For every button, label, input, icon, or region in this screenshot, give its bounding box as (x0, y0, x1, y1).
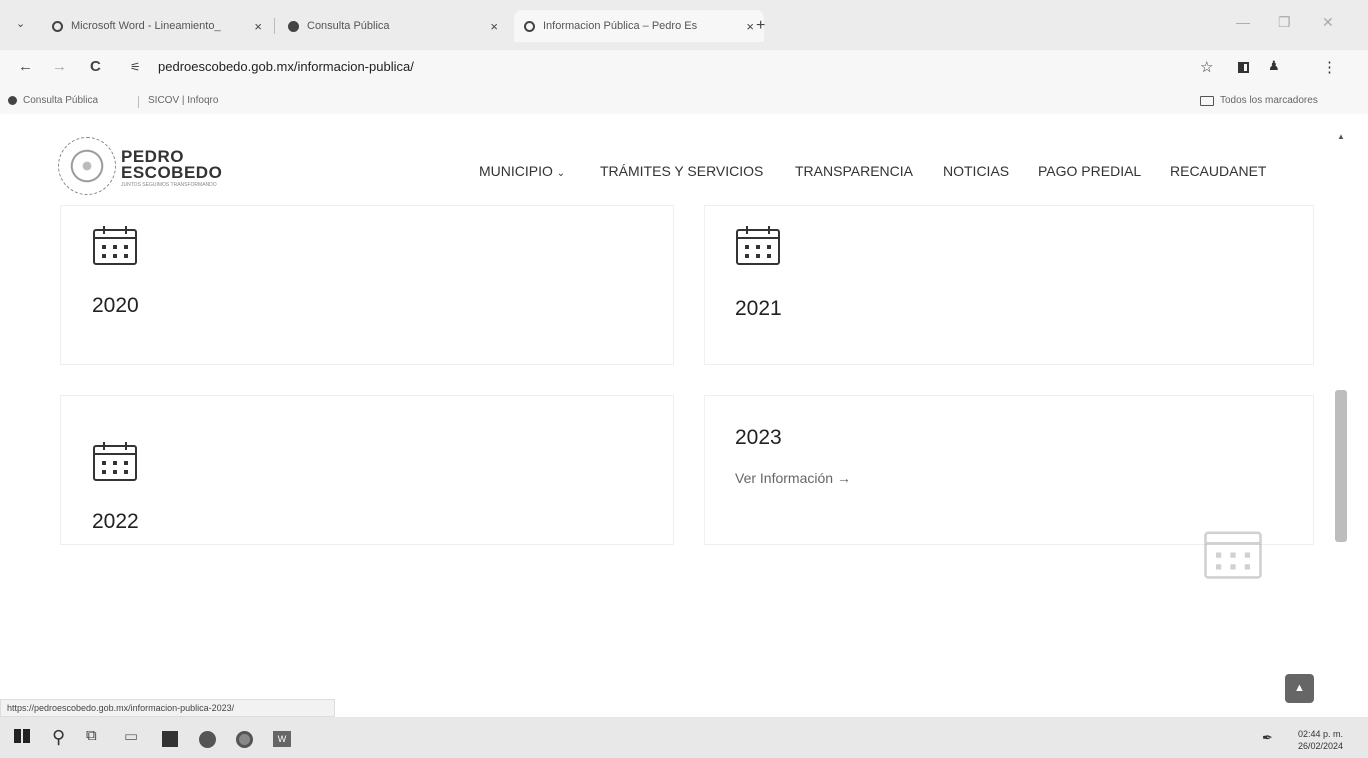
card-2021[interactable] (704, 205, 1314, 365)
calendar-icon (736, 226, 780, 265)
globe-icon (524, 20, 535, 32)
sticky-notes-icon[interactable] (162, 731, 178, 747)
bookmark-consulta[interactable]: Consulta Pública (8, 95, 98, 106)
nav-pago-predial[interactable]: PAGO PREDIAL (1038, 163, 1141, 179)
clock-date: 26/02/2024 (1298, 741, 1344, 751)
tab-divider (274, 18, 275, 34)
nav-label: MUNICIPIO (479, 163, 553, 179)
tab-search-icon[interactable]: ⌄ (16, 17, 25, 30)
info-icon (8, 96, 17, 105)
forward-icon[interactable]: → (52, 58, 67, 75)
nav-noticias[interactable]: NOTICIAS (943, 163, 1009, 179)
folder-icon (1200, 95, 1214, 106)
close-icon[interactable]: × (746, 19, 754, 34)
bookmark-label: Consulta Pública (23, 95, 99, 106)
new-tab-button[interactable]: + (756, 17, 765, 35)
calendar-icon (93, 226, 137, 265)
address-bar[interactable]: pedroescobedo.gob.mx/informacion-publica… (158, 59, 414, 74)
bookmark-label: SICOV | Infoqro (148, 95, 219, 106)
calendar-icon (1204, 531, 1262, 579)
side-panel-icon[interactable] (1238, 62, 1249, 73)
logo-text[interactable]: ESCOBEDO (121, 164, 222, 181)
chrome-icon[interactable] (236, 731, 253, 748)
menu-icon[interactable]: ⋮ (1322, 58, 1337, 76)
edge-icon[interactable] (199, 731, 216, 748)
word-icon[interactable]: W (273, 731, 291, 747)
card-2020[interactable] (60, 205, 674, 365)
reload-icon[interactable]: C (90, 58, 101, 75)
logo-tagline: JUNTOS SEGUIMOS TRANSFORMANDO (121, 182, 217, 188)
back-icon[interactable]: ← (18, 58, 33, 75)
logo-emblem[interactable] (58, 137, 116, 195)
year-label: 2022 (92, 510, 139, 533)
profile-icon[interactable]: ♟ (1268, 58, 1280, 74)
info-icon (288, 20, 299, 32)
close-window-icon[interactable]: ✕ (1322, 14, 1334, 31)
all-bookmarks[interactable]: Todos los marcadores (1200, 95, 1318, 106)
task-view-icon[interactable]: ⧉ (86, 727, 97, 744)
calendar-icon (93, 442, 137, 481)
bookmark-divider (138, 96, 139, 108)
bookmark-sicov[interactable]: SICOV | Infoqro (148, 95, 218, 106)
nav-transparencia[interactable]: TRANSPARENCIA (795, 163, 913, 179)
ver-informacion-link[interactable]: Ver Información → (735, 470, 851, 486)
tab-title: Consulta Pública (307, 20, 390, 32)
nav-tramites[interactable]: TRÁMITES Y SERVICIOS (600, 163, 763, 179)
windows-start-icon[interactable] (14, 729, 30, 743)
file-explorer-icon[interactable]: ▭ (124, 727, 138, 745)
year-label: 2020 (92, 294, 139, 317)
system-clock[interactable]: 02:44 p. m. 26/02/2024 (1298, 728, 1343, 752)
clock-time: 02:44 p. m. (1298, 729, 1344, 739)
card-2022[interactable] (60, 395, 674, 545)
scrollbar-thumb[interactable] (1335, 390, 1347, 542)
globe-icon (52, 20, 63, 32)
back-to-top-button[interactable]: ▲ (1285, 674, 1314, 703)
restore-icon[interactable]: ❐ (1278, 14, 1291, 31)
tab-consulta[interactable]: Consulta Pública × (288, 10, 498, 42)
tab-title: Microsoft Word - Lineamiento_ (71, 20, 221, 32)
minimize-icon[interactable]: — (1236, 14, 1250, 30)
scroll-up-icon[interactable]: ▲ (1337, 132, 1345, 141)
site-info-icon[interactable]: ⚟ (130, 60, 141, 74)
tab-word[interactable]: Microsoft Word - Lineamiento_ × (52, 10, 262, 42)
nav-recaudanet[interactable]: RECAUDANET (1170, 163, 1266, 179)
close-icon[interactable]: × (490, 19, 498, 34)
nav-municipio[interactable]: MUNICIPIO ⌄ (479, 163, 565, 179)
status-bar: https://pedroescobedo.gob.mx/informacion… (0, 699, 335, 717)
pen-icon[interactable]: ✒ (1262, 730, 1273, 746)
chevron-up-icon: ▲ (1294, 682, 1305, 694)
chevron-down-icon: ⌄ (556, 168, 566, 179)
tab-informacion[interactable]: Informacion Pública – Pedro Es × (514, 10, 764, 42)
close-icon[interactable]: × (254, 19, 262, 34)
year-label: 2021 (735, 297, 782, 320)
tab-title: Informacion Pública – Pedro Es (543, 20, 698, 32)
search-icon[interactable]: ⚲ (52, 727, 65, 748)
star-icon[interactable]: ☆ (1200, 58, 1213, 76)
year-label: 2023 (735, 426, 782, 449)
all-bookmarks-label: Todos los marcadores (1220, 95, 1318, 106)
